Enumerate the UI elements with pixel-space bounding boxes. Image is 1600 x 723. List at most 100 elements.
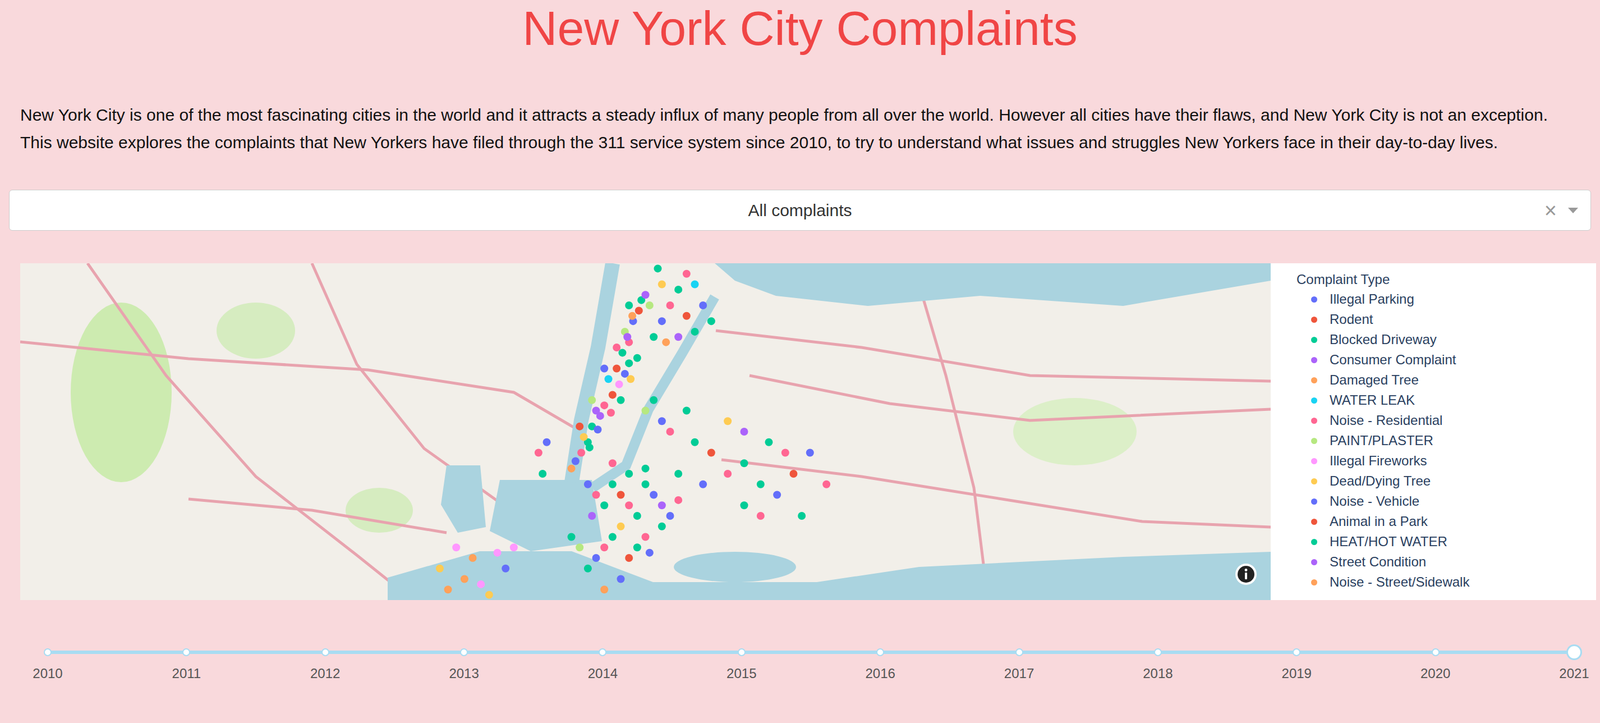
complaint-point[interactable] [585,443,594,452]
complaint-point[interactable] [682,406,691,415]
legend-item[interactable]: Illegal Parking [1296,288,1591,310]
complaint-point[interactable] [593,425,602,434]
complaint-point[interactable] [635,306,643,315]
complaint-point[interactable] [567,532,576,541]
legend-item[interactable]: Street Condition [1296,551,1591,572]
complaint-point[interactable] [584,480,592,489]
complaint-point[interactable] [600,585,609,593]
legend-item[interactable]: Consumer Complaint [1296,349,1591,370]
complaint-point[interactable] [645,301,654,310]
complaint-point[interactable] [661,338,670,347]
complaint-point[interactable] [665,301,674,310]
complaint-point[interactable] [476,580,485,588]
complaint-point[interactable] [592,490,601,499]
complaint-point[interactable] [674,332,683,341]
complaint-point[interactable] [575,422,584,431]
complaint-point[interactable] [534,448,543,457]
complaint-point[interactable] [789,469,798,478]
complaint-point[interactable] [690,327,699,336]
complaint-point[interactable] [592,553,601,562]
complaint-point[interactable] [756,480,765,489]
complaint-point[interactable] [674,285,683,294]
slider-dot[interactable] [876,647,885,656]
complaint-point[interactable] [645,548,654,557]
complaint-point[interactable] [682,269,691,278]
slider-dot[interactable] [737,647,746,656]
complaint-point[interactable] [600,500,609,509]
legend-item[interactable]: WATER LEAK [1296,389,1591,411]
complaint-point[interactable] [756,511,765,520]
complaint-point[interactable] [587,511,596,520]
complaint-point[interactable] [617,490,625,499]
legend-item[interactable]: Blocked Driveway [1296,329,1591,350]
complaint-point[interactable] [739,500,748,509]
complaint-point[interactable] [584,564,592,573]
slider-dot[interactable] [1292,647,1301,656]
complaint-point[interactable] [781,448,790,457]
complaint-point[interactable] [641,290,650,299]
complaint-point[interactable] [624,553,633,562]
legend-item[interactable]: Damaged Tree [1296,369,1591,390]
complaint-point[interactable] [608,480,617,489]
complaint-point[interactable] [707,448,716,457]
slider-dot[interactable] [1015,647,1024,656]
complaint-point[interactable] [435,564,444,573]
complaint-point[interactable] [806,448,815,457]
complaint-point[interactable] [452,543,461,551]
complaint-point[interactable] [658,316,666,325]
complaint-point[interactable] [649,396,658,404]
complaint-point[interactable] [641,464,650,473]
complaint-point[interactable] [649,332,658,341]
complaint-point[interactable] [608,390,617,399]
map-canvas[interactable] [20,263,1271,600]
complaint-point[interactable] [485,590,494,599]
complaint-point[interactable] [460,575,469,583]
complaint-point[interactable] [739,427,748,436]
legend-item[interactable]: Noise - Residential [1296,410,1591,431]
complaint-point[interactable] [567,464,576,473]
slider-dot[interactable] [321,647,330,656]
complaint-point[interactable] [615,380,624,389]
complaint-point[interactable] [617,396,625,404]
complaint-point[interactable] [577,448,586,457]
legend-item[interactable]: Dead/Dying Tree [1296,470,1591,491]
complaint-point[interactable] [658,280,666,289]
complaint-point[interactable] [658,500,666,509]
complaint-point[interactable] [624,301,633,310]
complaint-point[interactable] [628,311,637,320]
complaint-point[interactable] [633,511,642,520]
complaint-point[interactable] [641,406,650,415]
complaint-point[interactable] [604,374,613,383]
slider-dot[interactable] [182,647,191,656]
complaint-point[interactable] [612,364,621,373]
complaint-point[interactable] [707,316,716,325]
complaint-point[interactable] [624,469,633,478]
slider-dot[interactable] [460,647,468,656]
slider-dot[interactable] [598,647,607,656]
legend-item[interactable]: Noise - Street/Sidewalk [1296,571,1591,592]
complaint-point[interactable] [633,543,642,551]
complaint-point[interactable] [509,543,518,551]
complaint-point[interactable] [600,543,609,551]
map[interactable] [20,263,1271,600]
complaint-point[interactable] [641,532,650,541]
complaint-point[interactable] [617,522,625,531]
legend-item[interactable]: Rodent [1296,309,1591,330]
slider-dot[interactable] [1153,647,1162,656]
complaint-point[interactable] [674,495,683,504]
clear-button[interactable]: × [1544,199,1557,222]
complaint-point[interactable] [633,353,642,362]
complaint-point[interactable] [600,401,609,409]
slider-dot[interactable] [1566,644,1583,660]
complaint-point[interactable] [674,469,683,478]
complaint-point[interactable] [592,406,601,415]
complaint-point[interactable] [665,427,674,436]
complaint-point[interactable] [608,532,617,541]
complaint-point[interactable] [571,457,580,466]
complaint-point[interactable] [607,408,615,417]
complaint-point[interactable] [501,564,510,573]
complaint-point[interactable] [538,469,547,478]
complaint-point[interactable] [739,458,748,467]
complaint-point[interactable] [617,575,625,583]
complaint-point[interactable] [699,480,707,489]
